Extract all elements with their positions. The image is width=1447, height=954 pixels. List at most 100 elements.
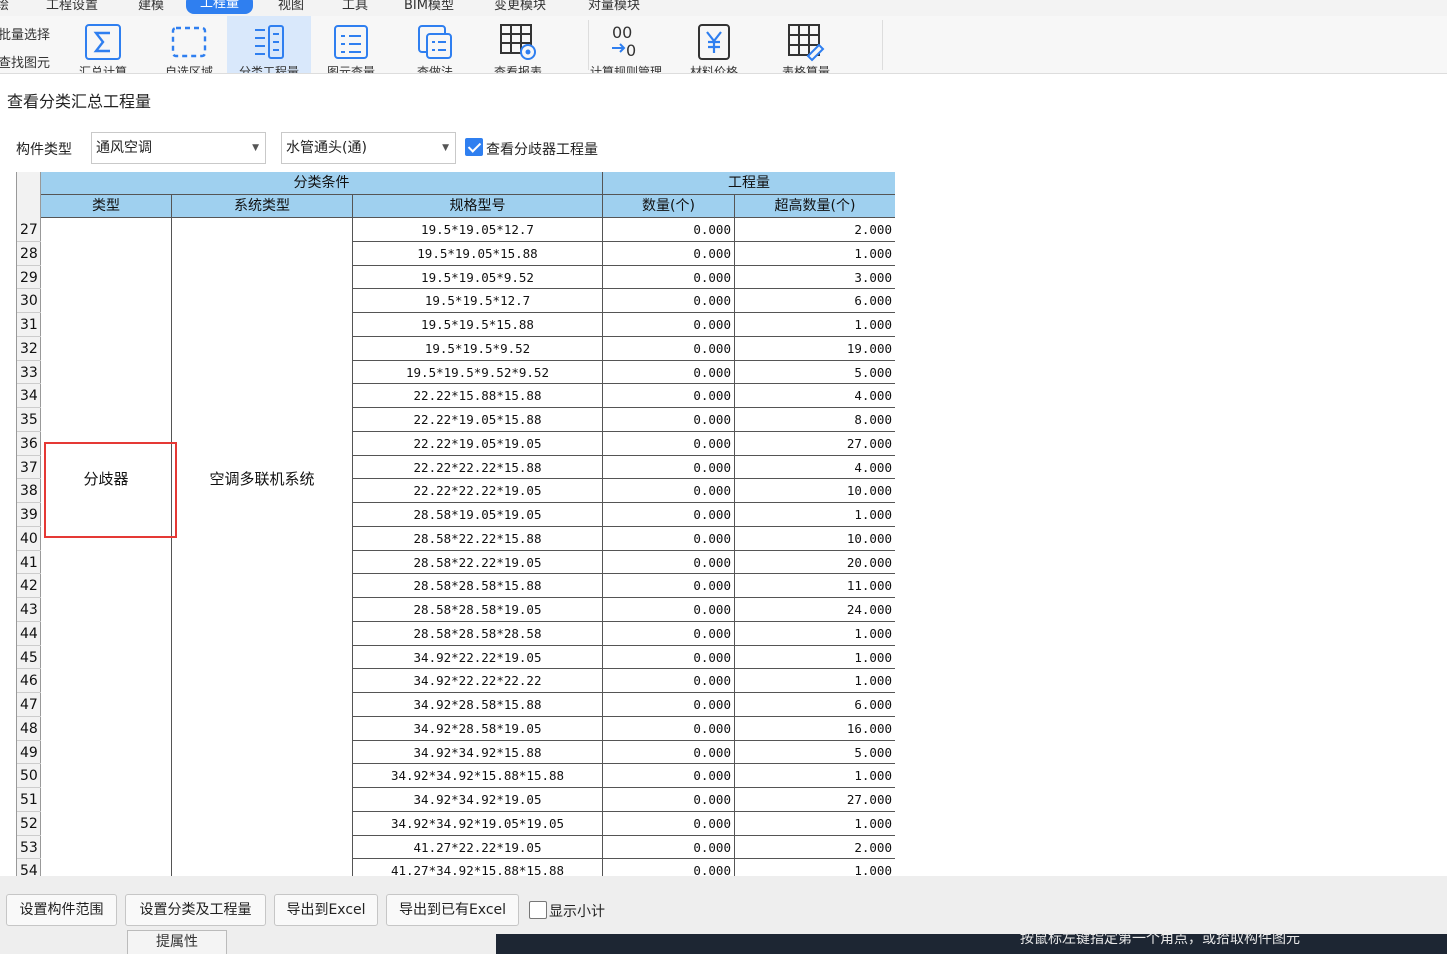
spec-cell[interactable]: 19.5*19.05*15.88 (353, 241, 603, 266)
qty-cell[interactable]: 0.000 (603, 336, 735, 361)
menu-item[interactable]: 工具 (342, 0, 368, 13)
qty-cell[interactable]: 0.000 (603, 218, 735, 242)
qty-cell[interactable]: 0.000 (603, 835, 735, 860)
spec-cell[interactable]: 34.92*34.92*15.88*15.88 (353, 764, 603, 788)
menu-item[interactable]: 视图 (278, 0, 304, 13)
qty-cell[interactable]: 0.000 (603, 408, 735, 432)
spec-cell[interactable]: 22.22*22.22*19.05 (353, 479, 603, 503)
view-splitter-checkbox[interactable] (465, 138, 483, 156)
over-qty-cell[interactable]: 5.000 (735, 361, 895, 385)
row-number[interactable]: 43 (17, 598, 41, 622)
row-number[interactable]: 27 (17, 218, 41, 242)
row-number[interactable]: 34 (17, 384, 41, 408)
row-number[interactable]: 40 (17, 527, 41, 551)
ribbon-button[interactable]: 00 0 计算规则管理 (584, 16, 668, 73)
qty-cell[interactable]: 0.000 (603, 574, 735, 598)
spec-cell[interactable]: 34.92*28.58*15.88 (353, 693, 603, 717)
over-qty-cell[interactable]: 8.000 (735, 408, 895, 432)
over-qty-cell[interactable]: 27.000 (735, 432, 895, 456)
spec-cell[interactable]: 22.22*22.22*15.88 (353, 455, 603, 480)
row-number[interactable]: 52 (17, 812, 41, 836)
col-header-spec[interactable]: 规格型号 (353, 195, 603, 218)
menu-item[interactable]: 变更模块 (494, 0, 546, 13)
merged-type-cell[interactable]: 分歧器 (41, 218, 172, 876)
spec-cell[interactable]: 34.92*34.92*15.88 (353, 740, 603, 765)
qty-cell[interactable]: 0.000 (603, 645, 735, 670)
spec-cell[interactable]: 19.5*19.5*9.52 (353, 336, 603, 361)
over-qty-cell[interactable]: 11.000 (735, 574, 895, 598)
spec-cell[interactable]: 28.58*28.58*19.05 (353, 598, 603, 622)
row-number[interactable]: 54 (17, 859, 41, 876)
over-qty-cell[interactable]: 1.000 (735, 646, 895, 670)
qty-cell[interactable]: 0.000 (603, 241, 735, 266)
over-qty-cell[interactable]: 1.000 (735, 503, 895, 527)
over-qty-cell[interactable]: 16.000 (735, 717, 895, 741)
over-qty-cell[interactable]: 6.000 (735, 693, 895, 717)
col-header-system-type[interactable]: 系统类型 (172, 195, 353, 218)
row-number[interactable]: 53 (17, 836, 41, 860)
spec-cell[interactable]: 19.5*19.5*12.7 (353, 289, 603, 313)
over-qty-cell[interactable]: 10.000 (735, 527, 895, 551)
row-number[interactable]: 39 (17, 503, 41, 527)
spec-cell[interactable]: 19.5*19.5*9.52*9.52 (353, 360, 603, 385)
spec-cell[interactable]: 34.92*22.22*22.22 (353, 669, 603, 693)
row-number[interactable]: 41 (17, 551, 41, 575)
spec-cell[interactable]: 28.58*22.22*15.88 (353, 526, 603, 551)
over-qty-cell[interactable]: 5.000 (735, 741, 895, 765)
qty-cell[interactable]: 0.000 (603, 384, 735, 408)
qty-cell[interactable]: 0.000 (603, 716, 735, 741)
qty-cell[interactable]: 0.000 (603, 598, 735, 622)
spec-cell[interactable]: 34.92*34.92*19.05*19.05 (353, 811, 603, 836)
qty-cell[interactable]: 0.000 (603, 621, 735, 646)
qty-cell[interactable]: 0.000 (603, 265, 735, 290)
qty-cell[interactable]: 0.000 (603, 740, 735, 765)
ribbon-button[interactable]: 图元查量 (309, 16, 393, 73)
over-qty-cell[interactable]: 1.000 (735, 313, 895, 337)
menu-item[interactable]: 工程设置 (46, 0, 98, 13)
spec-cell[interactable]: 28.58*22.22*19.05 (353, 550, 603, 575)
set-classify-button[interactable]: 设置分类及工程量 (125, 894, 266, 926)
spec-cell[interactable]: 28.58*28.58*15.88 (353, 574, 603, 598)
export-existing-excel-button[interactable]: 导出到已有Excel (386, 894, 519, 926)
qty-cell[interactable]: 0.000 (603, 455, 735, 480)
qty-cell[interactable]: 0.000 (603, 313, 735, 337)
row-number[interactable]: 46 (17, 669, 41, 693)
over-qty-cell[interactable]: 10.000 (735, 479, 895, 503)
qty-cell[interactable]: 0.000 (603, 431, 735, 456)
qty-cell[interactable]: 0.000 (603, 764, 735, 788)
sub-type-select[interactable]: 水管通头(通) ▼ (281, 132, 456, 164)
menu-item[interactable]: 建模 (138, 0, 164, 13)
over-qty-cell[interactable]: 27.000 (735, 788, 895, 812)
row-number[interactable]: 37 (17, 456, 41, 480)
spec-cell[interactable]: 28.58*28.58*28.58 (353, 621, 603, 646)
spec-cell[interactable]: 22.22*19.05*19.05 (353, 431, 603, 456)
spec-cell[interactable]: 19.5*19.05*9.52 (353, 265, 603, 290)
qty-cell[interactable]: 0.000 (603, 479, 735, 503)
spec-cell[interactable]: 34.92*34.92*19.05 (353, 788, 603, 812)
row-number[interactable]: 50 (17, 764, 41, 788)
qty-cell[interactable]: 0.000 (603, 859, 735, 876)
over-qty-cell[interactable]: 4.000 (735, 384, 895, 408)
row-number[interactable]: 38 (17, 479, 41, 503)
menu-item[interactable]: 绘 (0, 0, 9, 13)
qty-cell[interactable]: 0.000 (603, 503, 735, 527)
ribbon-button[interactable]: 表格算量 (764, 16, 848, 73)
row-number[interactable]: 35 (17, 408, 41, 432)
over-qty-cell[interactable]: 1.000 (735, 812, 895, 836)
row-number[interactable]: 49 (17, 741, 41, 765)
menu-item[interactable]: 对量模块 (588, 0, 640, 13)
col-header-qty[interactable]: 数量(个) (603, 195, 735, 218)
row-number[interactable]: 33 (17, 361, 41, 385)
ribbon-button[interactable]: 汇总计算 (61, 16, 145, 73)
row-number[interactable]: 42 (17, 574, 41, 598)
ribbon-button[interactable]: 自选区域 (147, 16, 231, 73)
qty-cell[interactable]: 0.000 (603, 550, 735, 575)
ribbon-button[interactable]: 查做法 (393, 16, 477, 73)
row-number[interactable]: 47 (17, 693, 41, 717)
qty-cell[interactable]: 0.000 (603, 526, 735, 551)
row-number[interactable]: 44 (17, 622, 41, 646)
over-qty-cell[interactable]: 24.000 (735, 598, 895, 622)
qty-cell[interactable]: 0.000 (603, 289, 735, 313)
row-number[interactable]: 28 (17, 242, 41, 266)
show-subtotal-label[interactable]: 显示小计 (549, 901, 605, 921)
